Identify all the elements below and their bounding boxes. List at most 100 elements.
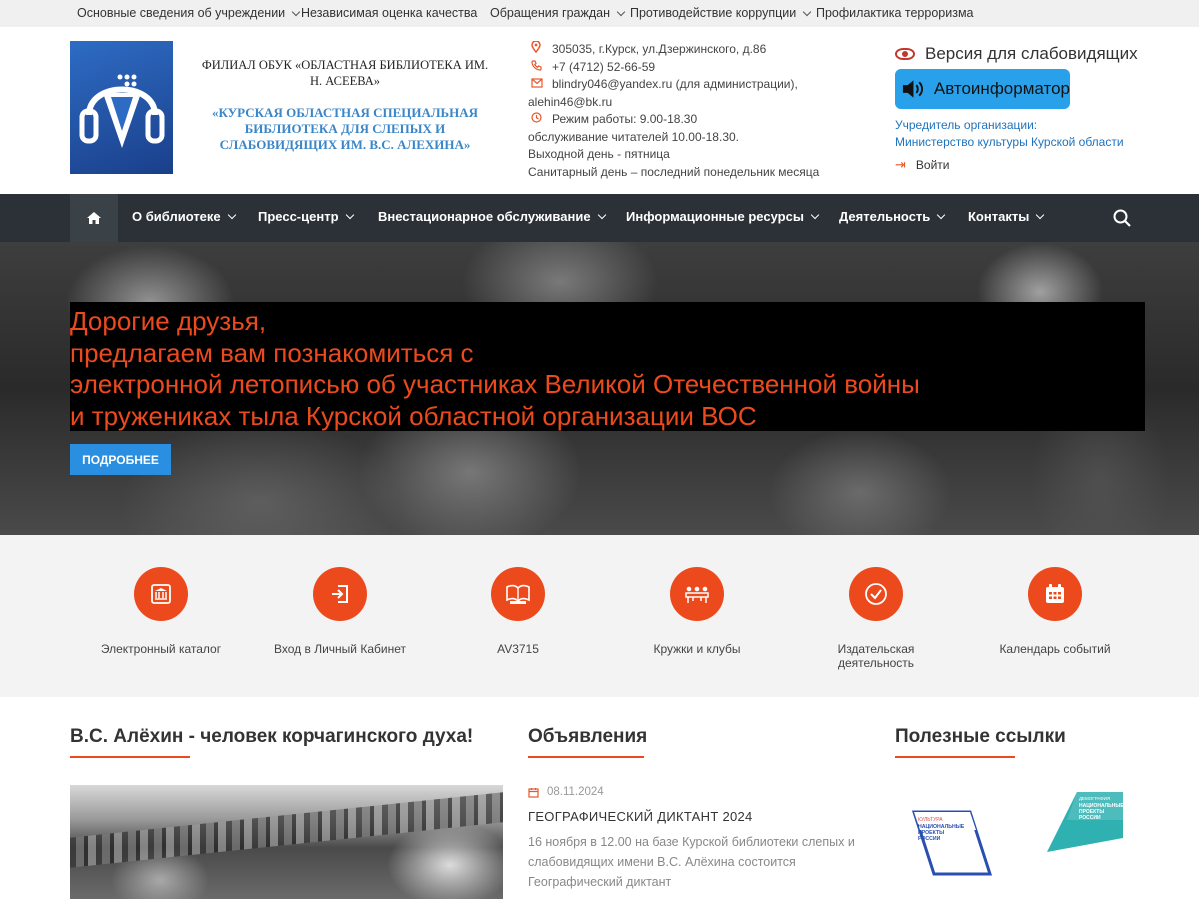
- announcement-date: 08.11.2024: [528, 786, 604, 798]
- home-button[interactable]: [70, 194, 118, 242]
- announcement-title[interactable]: ГЕОГРАФИЧЕСКИЙ ДИКТАНТ 2024: [528, 809, 753, 824]
- hours-text: Режим работы: 9.00-18.30: [552, 112, 698, 126]
- topbar-item-appeals[interactable]: Обращения граждан: [490, 6, 626, 20]
- topbar-item-label: Независимая оценка качества: [301, 6, 478, 20]
- chevron-down-icon: [1036, 210, 1045, 220]
- service-label: Календарь событий: [999, 642, 1111, 656]
- links-section-title: Полезные ссылки: [895, 726, 1066, 747]
- more-button[interactable]: Подробнее: [70, 444, 171, 475]
- founder-label: Учредитель организации:: [895, 118, 1038, 132]
- speaker-icon: [902, 80, 924, 98]
- nav-item-label: О библиотеке: [132, 209, 221, 224]
- autoinformer-button[interactable]: Автоинформатор: [895, 69, 1070, 109]
- service-publishing[interactable]: Издательская деятельность: [801, 567, 951, 670]
- nav-item-about[interactable]: О библиотеке: [132, 209, 236, 224]
- phone-text[interactable]: +7 (4712) 52-66-59: [552, 59, 655, 77]
- demography-national-project-logo[interactable]: ДЕМОГРАФИЯ НАЦИОНАЛЬНЫЕ ПРОЕКТЫ РОССИИ: [1045, 790, 1125, 852]
- top-bar: Основные сведения об учреждении Независи…: [0, 0, 1199, 27]
- login-label: Войти: [915, 158, 950, 172]
- clock-icon: [528, 111, 552, 129]
- chevron-down-icon: [810, 210, 820, 220]
- reader-device-icon: [491, 567, 545, 621]
- nav-item-outreach[interactable]: Внестационарное обслуживание: [378, 209, 606, 224]
- topbar-item-basic-info[interactable]: Основные сведения об учреждении: [77, 6, 301, 20]
- section-underline: [70, 756, 190, 758]
- nav-item-resources[interactable]: Информационные ресурсы: [626, 209, 820, 224]
- service-cabinet[interactable]: Вход в Личный Кабинет: [265, 567, 415, 656]
- contacts-block: 305035, г.Курск, ул.Дзержинского, д.86 +…: [528, 40, 868, 182]
- nav-item-contacts[interactable]: Контакты: [968, 209, 1045, 224]
- topbar-item-anticorruption[interactable]: Противодействие коррупции: [630, 6, 812, 20]
- clubs-icon: [670, 567, 724, 621]
- day-off-text: Выходной день - пятница: [528, 147, 670, 161]
- culture-national-project-logo[interactable]: КУЛЬТУРА НАЦИОНАЛЬНЫЕ ПРОЕКТЫ РОССИИ: [912, 790, 992, 878]
- service-label: Вход в Личный Кабинет: [274, 642, 406, 656]
- nav-item-label: Пресс-центр: [258, 209, 339, 224]
- svg-text:РОССИИ: РОССИИ: [1079, 815, 1101, 821]
- hero-line: предлагаем вам познакомиться с: [70, 338, 474, 368]
- library-logo[interactable]: [70, 41, 173, 174]
- low-vision-label: Версия для слабовидящих: [925, 43, 1138, 63]
- org-parent-name: Филиал ОБУК «Областная библиотека им. Н.…: [201, 58, 489, 88]
- topbar-item-label: Обращения граждан: [490, 6, 610, 20]
- service-catalog[interactable]: Электронный каталог: [86, 567, 236, 656]
- chevron-down-icon: [802, 7, 812, 16]
- chevron-down-icon: [291, 7, 301, 16]
- nav-item-label: Контакты: [968, 209, 1030, 224]
- article-photo[interactable]: [70, 785, 503, 899]
- hours-row: Режим работы: 9.00-18.30: [528, 111, 868, 129]
- day-off-row: Выходной день - пятница: [528, 146, 868, 164]
- founder-link[interactable]: Учредитель организации: Министерство кул…: [895, 117, 1155, 151]
- section-underline: [895, 756, 1015, 758]
- topbar-item-quality[interactable]: Независимая оценка качества: [301, 6, 477, 20]
- address-text: 305035, г.Курск, ул.Дзержинского, д.86: [552, 42, 767, 56]
- check-icon: [849, 567, 903, 621]
- announcement-text: 16 ноября в 12.00 на базе Курской библио…: [528, 835, 855, 889]
- chevron-down-icon: [597, 210, 606, 220]
- topbar-item-label: Противодействие коррупции: [630, 6, 797, 20]
- announcement-date-text: 08.11.2024: [547, 786, 604, 798]
- headphones-logo-icon: [79, 74, 164, 148]
- hero-banner: Дорогие друзья, предлагаем вам познакоми…: [0, 242, 1199, 535]
- chevron-down-icon: [937, 210, 946, 220]
- service-av3715[interactable]: AV3715: [443, 567, 593, 656]
- svg-text:ДЕМОГРАФИЯ: ДЕМОГРАФИЯ: [1079, 796, 1110, 801]
- service-label: AV3715: [497, 642, 539, 656]
- section-underline: [528, 756, 644, 758]
- svg-text:РОССИИ: РОССИИ: [918, 836, 941, 842]
- login-link[interactable]: ⇥ Войти: [895, 157, 1155, 173]
- hero-line: Дорогие друзья,: [70, 306, 267, 336]
- address-row: 305035, г.Курск, ул.Дзержинского, д.86: [528, 40, 868, 59]
- login-icon: [313, 567, 367, 621]
- sanitary-row: Санитарный день – последний понедельник …: [528, 164, 868, 182]
- nav-item-label: Информационные ресурсы: [626, 209, 804, 224]
- calendar-icon: [1028, 567, 1082, 621]
- low-vision-link[interactable]: Версия для слабовидящих: [895, 41, 1155, 66]
- service-label: Издательская деятельность: [837, 642, 915, 670]
- nav-item-activity[interactable]: Деятельность: [839, 209, 946, 224]
- service-clubs[interactable]: Кружки и клубы: [622, 567, 772, 656]
- email-row-2: alehin46@bk.ru: [528, 94, 868, 112]
- phone-icon: [528, 59, 552, 77]
- email-text[interactable]: blindry046@yandex.ru (для администрации)…: [552, 76, 798, 94]
- service-hours-text: обслуживание читателей 10.00-18.30.: [528, 129, 739, 144]
- nav-item-press[interactable]: Пресс-центр: [258, 209, 354, 224]
- email-row: blindry046@yandex.ru (для администрации)…: [528, 76, 868, 94]
- email-text-2[interactable]: alehin46@bk.ru: [528, 94, 612, 112]
- search-icon[interactable]: [1113, 209, 1131, 227]
- org-name: «КУРСКАЯ ОБЛАСТНАЯ СПЕЦИАЛЬНАЯ БИБЛИОТЕК…: [211, 105, 479, 152]
- calendar-small-icon: [528, 787, 539, 798]
- topbar-item-terrorism[interactable]: Профилактика терроризма: [816, 6, 974, 20]
- svg-text:КУЛЬТУРА: КУЛЬТУРА: [918, 817, 943, 823]
- main-nav: О библиотеке Пресс-центр Внестационарное…: [0, 194, 1199, 242]
- service-label: Кружки и клубы: [653, 642, 741, 656]
- catalog-icon: [134, 567, 188, 621]
- services-panel: Электронный каталог Вход в Личный Кабине…: [0, 535, 1199, 697]
- home-icon: [87, 212, 101, 224]
- hero-line: электронной летописью об участниках Вели…: [70, 369, 920, 399]
- topbar-item-label: Профилактика терроризма: [816, 6, 974, 20]
- phone-row: +7 (4712) 52-66-59: [528, 59, 868, 77]
- hours-row-2: обслуживание читателей 10.00-18.30.: [528, 129, 868, 147]
- article-section-title: В.С. Алёхин - человек корчагинского духа…: [70, 726, 474, 747]
- service-calendar[interactable]: Календарь событий: [980, 567, 1130, 656]
